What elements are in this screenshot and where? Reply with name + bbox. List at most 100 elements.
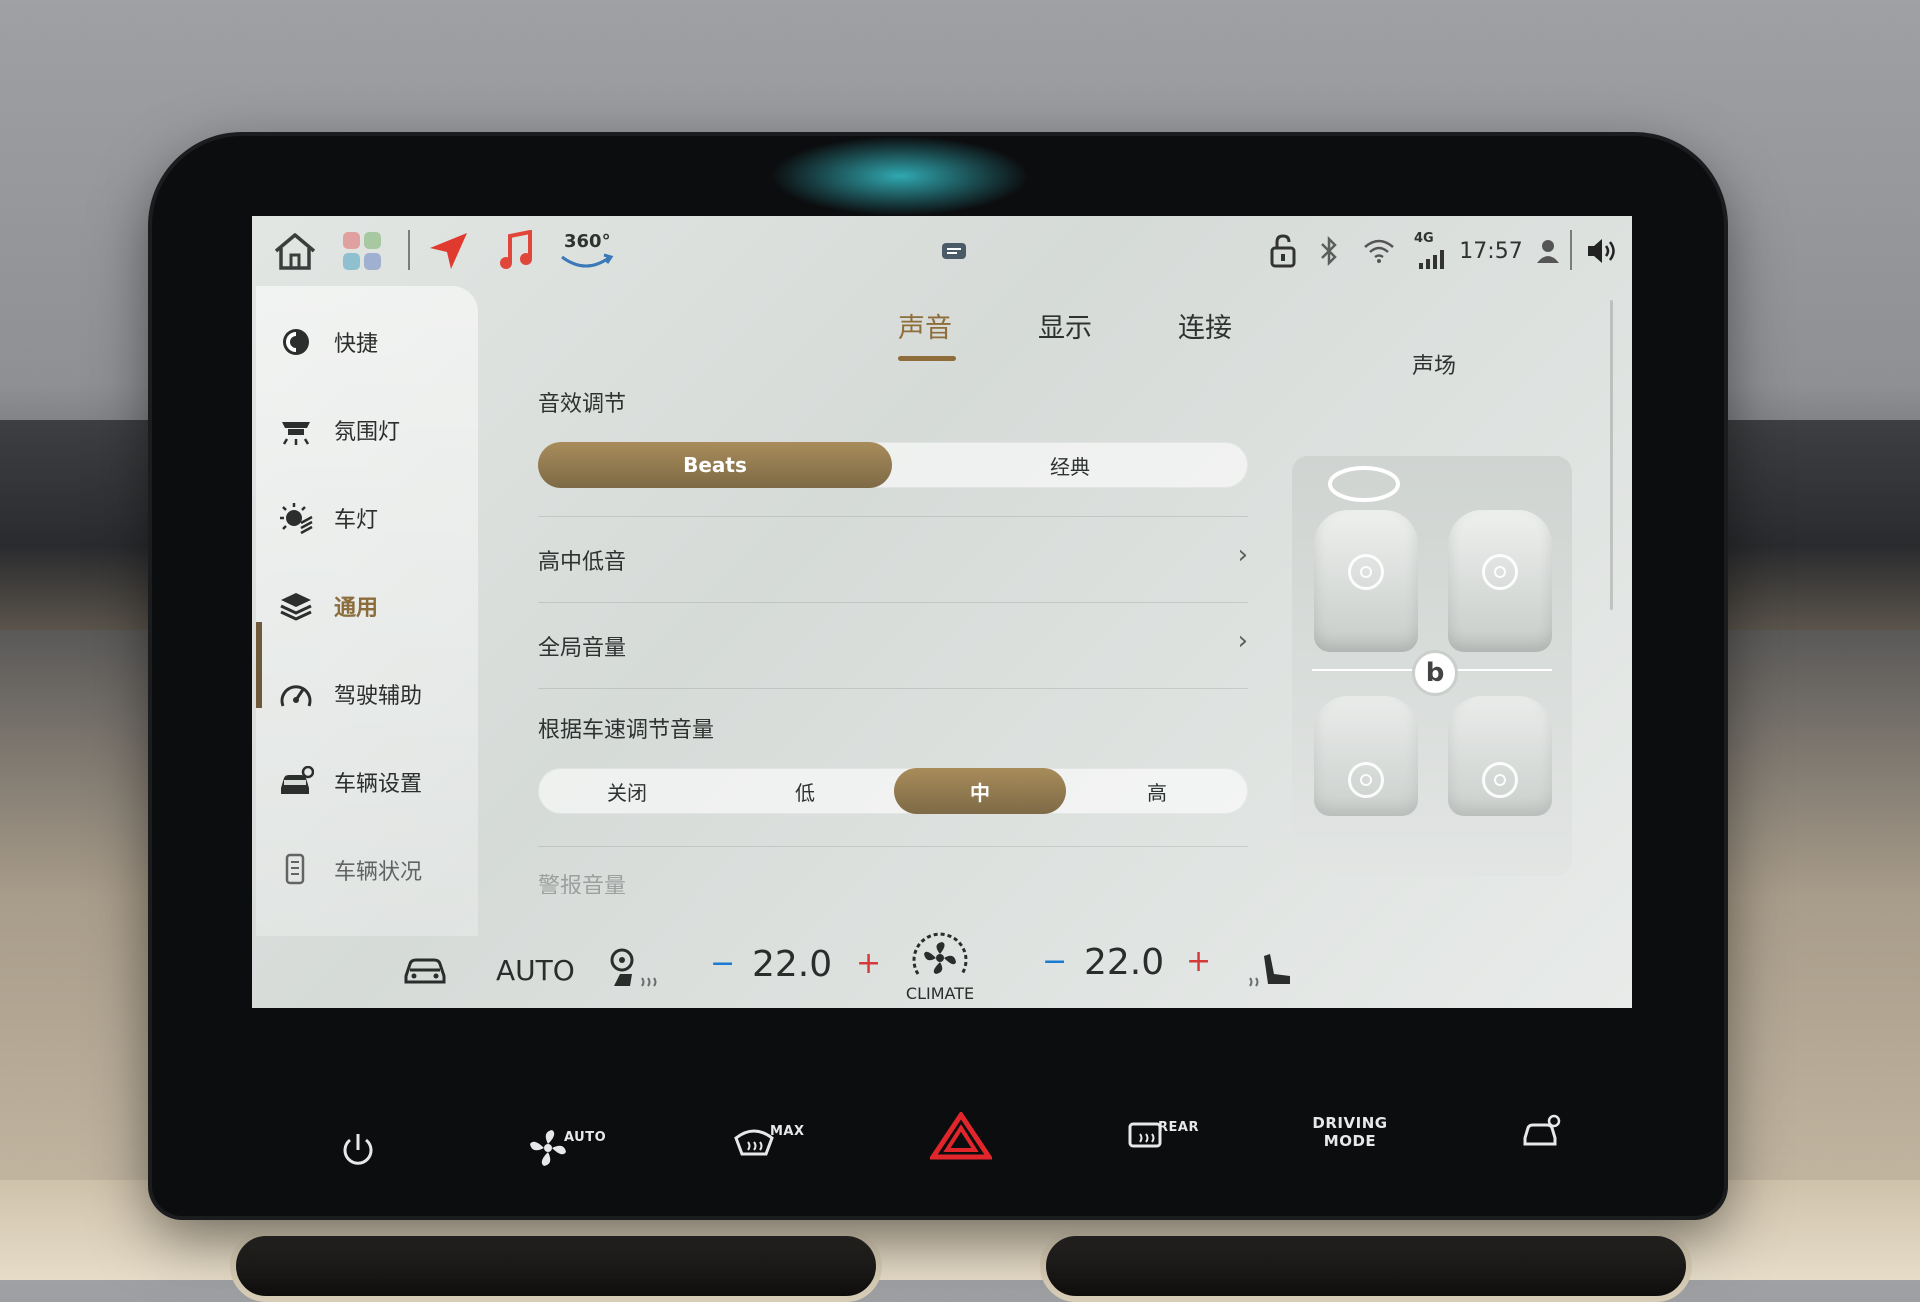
- speaker-front-right-icon: [1482, 554, 1518, 590]
- car-climate-icon[interactable]: [402, 952, 448, 990]
- rear-defrost-label: REAR: [1158, 1120, 1199, 1135]
- eq-label: 高中低音: [538, 550, 627, 575]
- fan-auto-button[interactable]: AUTO: [528, 1128, 628, 1168]
- air-vent-left: [230, 1230, 882, 1302]
- sidebar-item-label: 驾驶辅助: [334, 684, 423, 709]
- clock-time: 17:57: [1459, 238, 1523, 264]
- sidebar-active-indicator: [256, 622, 262, 708]
- climate-label: CLIMATE: [905, 984, 975, 1003]
- climate-bar: AUTO − 22.0 + CLIMATE − 22.0 +: [252, 930, 1632, 1008]
- row-divider: [538, 516, 1248, 517]
- sidebar-item-label: 氛围灯: [334, 420, 401, 445]
- tab-sound[interactable]: 声音: [898, 306, 952, 345]
- row-divider: [538, 688, 1248, 689]
- rear-defrost-button[interactable]: REAR: [1126, 1118, 1226, 1158]
- statusbar-divider: [408, 230, 410, 270]
- tab-connection[interactable]: 连接: [1178, 306, 1232, 345]
- chevron-right-icon: ›: [1237, 540, 1248, 570]
- power-icon: [343, 1134, 373, 1165]
- left-temp-plus-button[interactable]: +: [856, 946, 881, 981]
- fan-icon: [530, 1130, 566, 1166]
- music-icon[interactable]: [496, 228, 536, 274]
- hazard-icon: [928, 1110, 994, 1160]
- tab-active-underline: [898, 356, 956, 361]
- speaker-front-left-icon: [1348, 554, 1384, 590]
- sidebar-item-car-light[interactable]: 车灯: [278, 490, 474, 546]
- speed-volume-option-off[interactable]: 关闭: [538, 768, 716, 814]
- air-vent-right: [1040, 1230, 1692, 1302]
- infotainment-screen: 360° 4G 17:57 快捷 氛围灯 车灯 通用 驾驶辅助 车辆设置 车辆状…: [252, 216, 1632, 1008]
- sidebar-item-label: 车辆设置: [334, 772, 423, 797]
- signal-icon: 4G: [1414, 228, 1446, 274]
- navigation-icon[interactable]: [426, 228, 470, 274]
- driving-assist-icon: [278, 676, 314, 712]
- statusbar-divider-right: [1570, 230, 1572, 270]
- speed-volume-option-mid[interactable]: 中: [894, 768, 1066, 814]
- car-settings-icon: [1523, 1114, 1561, 1146]
- driving-mode-button[interactable]: DRIVING MODE: [1310, 1114, 1390, 1150]
- speed-volume-label: 根据车速调节音量: [538, 718, 715, 743]
- sidebar-item-label: 快捷: [334, 332, 379, 357]
- camera-360-label: 360°: [564, 231, 611, 252]
- left-temperature: 22.0: [752, 944, 833, 985]
- fan-icon: [912, 932, 968, 975]
- climate-center-button[interactable]: CLIMATE: [900, 930, 980, 1008]
- right-temperature: 22.0: [1084, 942, 1165, 983]
- vehicle-settings-icon: [278, 764, 314, 800]
- speed-volume-option-high[interactable]: 高: [1066, 768, 1248, 814]
- sidebar-item-quick[interactable]: 快捷: [278, 314, 474, 370]
- heated-seat-right-icon[interactable]: [1246, 948, 1296, 996]
- seat-rear-right: [1448, 696, 1552, 816]
- seat-rear-left: [1314, 696, 1418, 816]
- right-temp-plus-button[interactable]: +: [1186, 944, 1211, 979]
- chevron-right-icon: ›: [1237, 626, 1248, 656]
- sidebar-item-driving-assist[interactable]: 驾驶辅助: [278, 666, 474, 722]
- speed-volume-option-low[interactable]: 低: [716, 768, 894, 814]
- vehicle-settings-button[interactable]: [1522, 1114, 1562, 1154]
- volume-icon[interactable]: [1584, 228, 1620, 274]
- eq-row[interactable]: 高中低音 ›: [538, 540, 1248, 576]
- left-temp-minus-button[interactable]: −: [710, 946, 735, 981]
- sound-effect-label: 音效调节: [538, 392, 627, 417]
- wifi-icon: [1362, 228, 1396, 274]
- sidebar-item-general[interactable]: 通用: [278, 578, 474, 634]
- right-temp-minus-button[interactable]: −: [1042, 944, 1067, 979]
- beats-logo-icon[interactable]: b: [1412, 650, 1458, 696]
- front-defrost-max-button[interactable]: MAX: [732, 1124, 832, 1164]
- apps-grid-icon[interactable]: [340, 228, 384, 274]
- home-icon[interactable]: [270, 228, 320, 274]
- global-volume-row[interactable]: 全局音量 ›: [538, 626, 1248, 662]
- sound-effect-option-classic[interactable]: 经典: [892, 442, 1248, 488]
- climate-auto-button[interactable]: AUTO: [496, 954, 575, 987]
- heated-seat-wheel-left-icon[interactable]: [606, 948, 660, 996]
- row-divider: [538, 846, 1248, 847]
- alarm-volume-label: 警报音量: [538, 874, 627, 894]
- power-button[interactable]: [338, 1130, 378, 1174]
- camera-360-icon[interactable]: 360°: [558, 228, 614, 274]
- sidebar-item-ambient-light[interactable]: 氛围灯: [278, 402, 474, 458]
- notification-icon[interactable]: [940, 228, 968, 274]
- clock: 17:57: [1456, 228, 1526, 274]
- sound-effect-option-beats[interactable]: Beats: [538, 442, 892, 488]
- ambient-light-icon: [278, 412, 314, 448]
- steering-wheel-icon: [1328, 466, 1400, 502]
- defrost-max-label: MAX: [770, 1124, 805, 1139]
- driving-mode-line2: MODE: [1323, 1132, 1377, 1150]
- car-light-icon: [278, 500, 314, 536]
- network-type-label: 4G: [1414, 231, 1434, 246]
- tab-display[interactable]: 显示: [1038, 306, 1092, 345]
- sidebar-item-vehicle-settings[interactable]: 车辆设置: [278, 754, 474, 810]
- hazard-button[interactable]: [928, 1110, 994, 1164]
- speaker-rear-left-icon: [1348, 762, 1384, 798]
- quick-icon: [278, 324, 314, 360]
- unlock-icon[interactable]: [1266, 228, 1300, 274]
- soundfield-label: 声场: [1412, 354, 1457, 379]
- soundfield-seat-map[interactable]: b: [1292, 456, 1572, 876]
- sound-effect-selector: Beats 经典: [538, 442, 1248, 488]
- sidebar-item-vehicle-status[interactable]: 车辆状况: [278, 842, 474, 898]
- speaker-rear-right-icon: [1482, 762, 1518, 798]
- bezel-glow: [770, 136, 1030, 216]
- scrollbar[interactable]: [1610, 300, 1613, 610]
- global-volume-label: 全局音量: [538, 636, 627, 661]
- user-profile-icon[interactable]: [1534, 228, 1562, 274]
